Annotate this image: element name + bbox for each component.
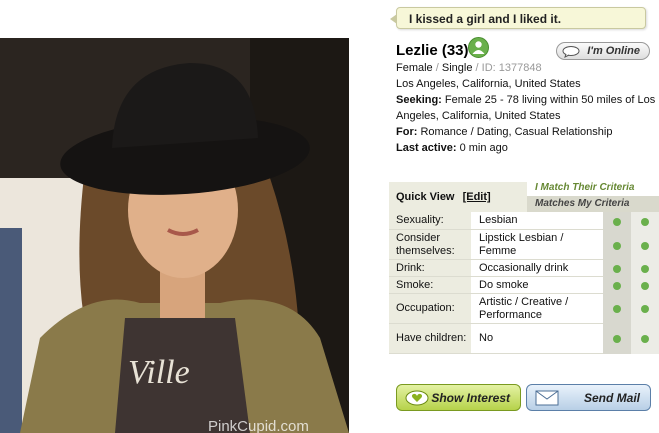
location-text: Los Angeles, California, United States	[396, 78, 581, 90]
match-dot-icon	[613, 335, 621, 343]
profile-id: ID: 1377848	[481, 62, 542, 74]
matches-my-criteria-header: Matches My Criteria	[527, 196, 659, 212]
i-match-their-criteria-header: I Match Their Criteria	[535, 182, 635, 193]
send-mail-label: Send Mail	[583, 391, 640, 405]
watermark-text: PinkCupid.com	[208, 418, 309, 433]
profile-name: Lezlie (33)	[396, 42, 469, 59]
online-status-button[interactable]: I'm Online	[556, 42, 650, 60]
match-dot-icon	[613, 305, 621, 313]
table-row: Occupation: Artistic / Creative / Perfor…	[389, 294, 603, 324]
row-label: Occupation:	[389, 294, 471, 323]
match-dot-icon	[641, 335, 649, 343]
match-dot-icon	[613, 282, 621, 290]
separator: /	[475, 62, 479, 74]
match-dot-icon	[613, 218, 621, 226]
for-text: Romance / Dating, Casual Relationship	[420, 126, 613, 138]
match-dot-icon	[641, 242, 649, 250]
show-interest-label: Show Interest	[431, 391, 510, 405]
seeking-line: Seeking: Female 25 - 78 living within 50…	[396, 94, 655, 106]
row-value: Occasionally drink	[471, 260, 603, 276]
edit-link[interactable]: [Edit]	[463, 191, 491, 203]
seeking-text-continued: Angeles, California, United States	[396, 110, 561, 122]
table-row: Sexuality: Lesbian	[389, 212, 603, 230]
row-label: Have children:	[389, 324, 471, 353]
quick-view-title: Quick View	[396, 191, 455, 203]
last-active-text: 0 min ago	[459, 142, 508, 154]
row-value: Do smoke	[471, 277, 603, 293]
quick-view-table: Sexuality: Lesbian Consider themselves: …	[389, 212, 603, 354]
row-value: No	[471, 324, 603, 353]
profile-photo[interactable]: Ville PinkCupid.com	[0, 38, 349, 433]
gender-status-line: Female / Single / ID: 1377848	[396, 62, 542, 74]
row-value: Lesbian	[471, 212, 603, 229]
user-verified-icon	[468, 37, 489, 58]
svg-text:Ville: Ville	[128, 354, 190, 391]
seeking-text: Female 25 - 78 living within 50 miles of…	[444, 94, 656, 106]
heart-icon	[405, 390, 429, 409]
relationship-text: Single	[441, 62, 473, 74]
match-dot-icon	[641, 305, 649, 313]
last-active-label: Last active:	[396, 142, 457, 154]
table-row: Have children: No	[389, 324, 603, 354]
row-label: Consider themselves:	[389, 230, 471, 259]
send-mail-button[interactable]: Send Mail	[526, 384, 651, 411]
table-row: Smoke: Do smoke	[389, 277, 603, 294]
match-dot-icon	[641, 265, 649, 273]
seeking-label: Seeking:	[396, 94, 442, 106]
match-dot-icon	[641, 218, 649, 226]
row-value: Artistic / Creative / Performance	[471, 294, 603, 323]
chat-bubble-icon	[562, 46, 580, 61]
row-value: Lipstick Lesbian / Femme	[471, 230, 603, 259]
envelope-icon	[535, 390, 559, 409]
row-label: Drink:	[389, 260, 471, 276]
last-active-line: Last active: 0 min ago	[396, 142, 508, 154]
match-dot-icon	[613, 242, 621, 250]
separator: /	[435, 62, 439, 74]
match-dot-icon	[613, 265, 621, 273]
show-interest-button[interactable]: Show Interest	[396, 384, 521, 411]
online-status-label: I'm Online	[587, 45, 640, 57]
for-label: For:	[396, 126, 418, 138]
for-line: For: Romance / Dating, Casual Relationsh…	[396, 126, 612, 138]
row-label: Smoke:	[389, 277, 471, 293]
table-row: Drink: Occasionally drink	[389, 260, 603, 277]
row-label: Sexuality:	[389, 212, 471, 229]
tagline-bubble: I kissed a girl and I liked it.	[390, 7, 646, 29]
profile-photo-image: Ville	[0, 38, 349, 433]
tagline-text: I kissed a girl and I liked it.	[409, 12, 562, 26]
match-dot-icon	[641, 282, 649, 290]
gender-text: Female	[396, 62, 433, 74]
quick-view-header: Quick View [Edit]	[389, 182, 527, 212]
table-row: Consider themselves: Lipstick Lesbian / …	[389, 230, 603, 260]
